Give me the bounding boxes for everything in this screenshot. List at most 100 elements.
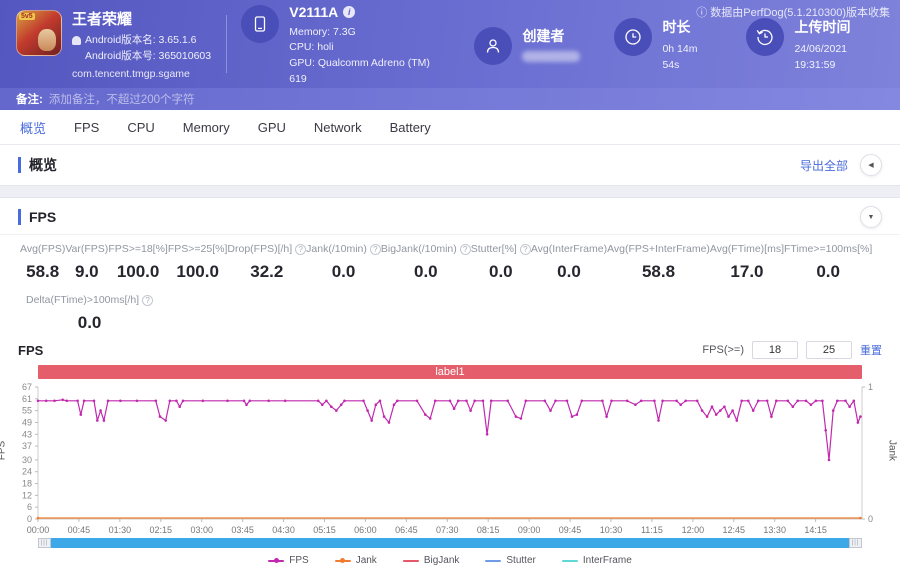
help-icon[interactable]: ? xyxy=(142,294,154,306)
data-point xyxy=(485,433,489,436)
x-tick-label: 00:45 xyxy=(68,525,91,535)
data-point xyxy=(634,403,637,406)
x-tick-label: 09:00 xyxy=(518,525,541,535)
note-label: 备注: xyxy=(16,94,43,106)
data-point xyxy=(661,399,664,403)
stat-label: Jank(/10min)? xyxy=(306,243,381,255)
help-icon[interactable]: ? xyxy=(459,243,471,255)
data-point xyxy=(106,399,110,403)
left-axis-title: FPS xyxy=(0,440,8,461)
y-tick-label: 43 xyxy=(22,429,32,439)
data-point xyxy=(751,409,755,412)
chart-scrollbar[interactable]: ||| ||| xyxy=(38,538,862,548)
data-point xyxy=(226,399,229,403)
y-tick-label: 55 xyxy=(22,406,32,416)
data-point xyxy=(859,516,862,520)
game-info-block: 5v5 王者荣耀 Android版本名: 3.65.1.6 Android版本号… xyxy=(16,8,212,80)
chevron-left-icon: ◀ xyxy=(868,162,874,169)
upload-time-value: 24/06/2021 19:31:59 xyxy=(794,43,848,71)
fps-threshold-input-1[interactable] xyxy=(752,341,798,359)
stat-label: Delta(FTime)>100ms[/h]? xyxy=(26,294,154,306)
data-point xyxy=(831,409,835,412)
data-point xyxy=(335,409,338,412)
data-point xyxy=(723,405,726,408)
tab-gpu[interactable]: GPU xyxy=(244,110,300,144)
data-point xyxy=(415,399,419,403)
android-version-code: Android版本号: 365010603 xyxy=(85,49,212,62)
tab-network[interactable]: Network xyxy=(300,110,376,144)
chart-label-band: label1 xyxy=(38,365,862,379)
data-point xyxy=(283,399,287,403)
data-point xyxy=(99,409,102,412)
data-point xyxy=(791,405,795,408)
data-point xyxy=(770,415,773,418)
note-bar[interactable]: 备注: 添加备注，不超过200个字符 xyxy=(0,88,900,110)
stat-cell: Avg(FTime)[ms] 17.0 xyxy=(710,243,784,282)
legend-item-interframe[interactable]: InterFrame xyxy=(561,555,632,566)
tab-battery[interactable]: Battery xyxy=(376,110,445,144)
series-line-fps xyxy=(38,399,861,460)
tab-cpu[interactable]: CPU xyxy=(113,110,168,144)
data-point xyxy=(374,403,378,406)
data-point xyxy=(727,415,730,418)
legend-item-bigjank[interactable]: BigJank xyxy=(402,555,459,566)
export-all-link[interactable]: 导出全部 xyxy=(800,157,848,174)
chart-legend: FPS Jank BigJank Stutter InterFrame xyxy=(0,555,900,566)
stat-label: FPS>=18[%] xyxy=(108,243,168,255)
help-icon[interactable]: ? xyxy=(519,243,531,255)
x-tick-label: 01:30 xyxy=(109,525,132,535)
scrollbar-handle-right[interactable]: ||| xyxy=(849,538,862,548)
collapse-overview-button[interactable]: ◀ xyxy=(860,154,882,176)
data-point xyxy=(740,399,743,403)
tab-memory[interactable]: Memory xyxy=(169,110,244,144)
y-tick-label: 61 xyxy=(22,394,32,404)
stat-cell: Drop(FPS)[/h]? 32.2 xyxy=(227,243,307,282)
x-tick-label: 08:15 xyxy=(477,525,500,535)
chevron-down-icon: ▼ xyxy=(867,213,875,221)
stat-value: 0.0 xyxy=(816,262,840,281)
stat-cell: FTime>=100ms[%] 0.0 xyxy=(784,243,872,282)
legend-item-jank[interactable]: Jank xyxy=(334,555,377,566)
x-tick-label: 12:45 xyxy=(722,525,745,535)
y-tick-label: 18 xyxy=(22,479,32,489)
creator-block: 创建者 xyxy=(474,23,581,65)
data-point xyxy=(82,399,86,403)
legend-item-fps[interactable]: FPS xyxy=(268,555,309,566)
tab-overview[interactable]: 概览 xyxy=(6,110,60,144)
help-icon[interactable]: ? xyxy=(295,243,307,255)
data-point xyxy=(366,409,369,412)
scrollbar-handle-left[interactable]: ||| xyxy=(38,538,51,548)
chart-canvas[interactable]: 67615549433730241812601000:00 00:45 01:30 0… xyxy=(0,379,900,535)
section-separator xyxy=(0,185,900,198)
data-point xyxy=(473,399,477,403)
collapse-fps-button[interactable]: ▼ xyxy=(860,206,882,228)
data-point xyxy=(396,399,399,403)
fps-chart: 67 61 55 49 43 37 30 24 18 12 6 0 1 0 00:00 00:45 01:30 0… xyxy=(0,379,900,535)
data-point xyxy=(625,399,629,403)
data-point xyxy=(448,399,452,403)
stat-value: 0.0 xyxy=(488,262,513,281)
overview-title: 概览 xyxy=(18,157,57,173)
data-point xyxy=(710,405,714,408)
stat-label: Var(FPS) xyxy=(65,243,109,255)
data-point xyxy=(316,399,320,403)
stat-cell: Jank(/10min)? 0.0 xyxy=(306,243,381,282)
stat-label: BigJank(/10min)? xyxy=(381,243,471,255)
reset-link[interactable]: 重置 xyxy=(860,342,882,358)
tabs-bar: 概览 FPS CPU Memory GPU Network Battery xyxy=(0,110,900,145)
data-point xyxy=(362,399,365,403)
device-info-icon[interactable]: i xyxy=(343,5,356,18)
help-icon[interactable]: ? xyxy=(369,243,381,255)
data-point xyxy=(79,413,83,416)
data-point xyxy=(719,409,722,412)
data-point xyxy=(119,399,122,403)
game-name: 王者荣耀 xyxy=(72,11,133,29)
tab-fps[interactable]: FPS xyxy=(60,110,113,144)
data-point xyxy=(610,399,613,403)
legend-label: InterFrame xyxy=(582,555,632,566)
legend-marker xyxy=(402,559,419,562)
data-point xyxy=(565,399,569,403)
fps-threshold-input-2[interactable] xyxy=(806,341,852,359)
data-point xyxy=(92,399,96,403)
legend-item-stutter[interactable]: Stutter xyxy=(485,555,536,566)
